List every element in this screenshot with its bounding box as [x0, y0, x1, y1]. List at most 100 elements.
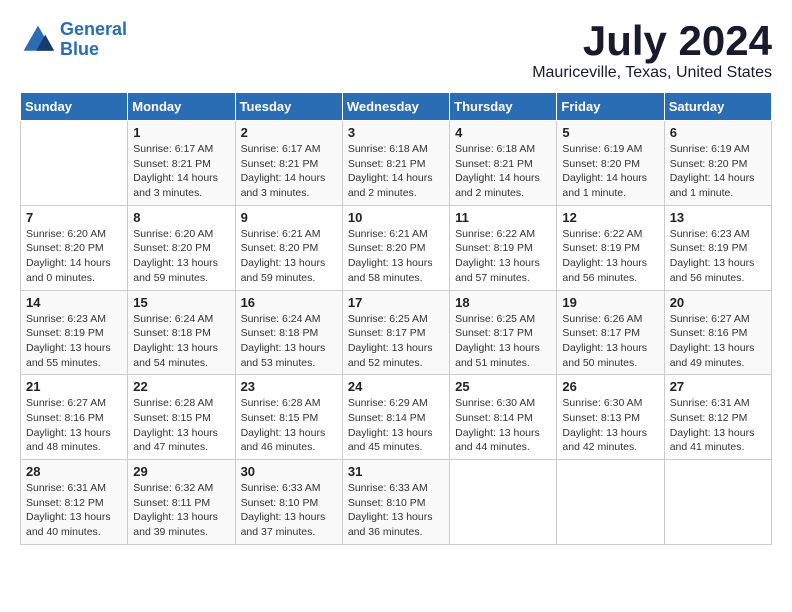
day-number: 15 [133, 295, 229, 310]
logo-line2: Blue [60, 39, 99, 59]
day-info: Sunrise: 6:31 AM Sunset: 8:12 PM Dayligh… [670, 396, 766, 455]
month-title: July 2024 [532, 20, 772, 62]
calendar-cell: 6Sunrise: 6:19 AM Sunset: 8:20 PM Daylig… [664, 121, 771, 206]
day-number: 22 [133, 379, 229, 394]
day-number: 19 [562, 295, 658, 310]
day-number: 12 [562, 210, 658, 225]
day-number: 18 [455, 295, 551, 310]
day-info: Sunrise: 6:18 AM Sunset: 8:21 PM Dayligh… [455, 142, 551, 201]
day-number: 14 [26, 295, 122, 310]
day-info: Sunrise: 6:17 AM Sunset: 8:21 PM Dayligh… [133, 142, 229, 201]
calendar-cell: 30Sunrise: 6:33 AM Sunset: 8:10 PM Dayli… [235, 460, 342, 545]
calendar-cell: 8 Sunrise: 6:20 AM Sunset: 8:20 PM Daylig… [128, 205, 235, 290]
day-number: 3 [348, 125, 444, 140]
day-number: 23 [241, 379, 337, 394]
calendar-cell [557, 460, 664, 545]
calendar-cell: 22 Sunrise: 6:28 AM Sunset: 8:15 PM Dayli… [128, 375, 235, 460]
day-info: Sunrise: 6:29 AM Sunset: 8:14 PM Dayligh… [348, 396, 444, 455]
day-info: Sunrise: 6:20 AM Sunset: 8:20 PM Dayligh… [133, 227, 229, 286]
day-number: 10 [348, 210, 444, 225]
day-number: 11 [455, 210, 551, 225]
calendar-cell: 26 Sunrise: 6:30 AM Sunset: 8:13 PM Dayli… [557, 375, 664, 460]
calendar-cell: 25Sunrise: 6:30 AM Sunset: 8:14 PM Dayli… [450, 375, 557, 460]
header-row: Sunday Monday Tuesday Wednesday Thursday… [21, 93, 772, 121]
day-number: 29 [133, 464, 229, 479]
day-number: 2 [241, 125, 337, 140]
calendar-cell: 17 Sunrise: 6:25 AM Sunset: 8:17 PM Dayli… [342, 290, 449, 375]
calendar-cell: 15Sunrise: 6:24 AM Sunset: 8:18 PM Dayli… [128, 290, 235, 375]
col-monday: Monday [128, 93, 235, 121]
calendar-week-1: 1 Sunrise: 6:17 AM Sunset: 8:21 PM Daylig… [21, 121, 772, 206]
col-sunday: Sunday [21, 93, 128, 121]
calendar-cell: 5 Sunrise: 6:19 AM Sunset: 8:20 PM Daylig… [557, 121, 664, 206]
calendar-cell: 13Sunrise: 6:23 AM Sunset: 8:19 PM Dayli… [664, 205, 771, 290]
day-number: 21 [26, 379, 122, 394]
day-info: Sunrise: 6:19 AM Sunset: 8:20 PM Dayligh… [670, 142, 766, 201]
col-wednesday: Wednesday [342, 93, 449, 121]
day-number: 4 [455, 125, 551, 140]
day-number: 8 [133, 210, 229, 225]
day-info: Sunrise: 6:22 AM Sunset: 8:19 PM Dayligh… [562, 227, 658, 286]
logo-icon [20, 22, 56, 58]
calendar-cell: 24Sunrise: 6:29 AM Sunset: 8:14 PM Dayli… [342, 375, 449, 460]
day-number: 31 [348, 464, 444, 479]
col-thursday: Thursday [450, 93, 557, 121]
day-info: Sunrise: 6:21 AM Sunset: 8:20 PM Dayligh… [348, 227, 444, 286]
day-number: 1 [133, 125, 229, 140]
day-info: Sunrise: 6:30 AM Sunset: 8:14 PM Dayligh… [455, 396, 551, 455]
logo-line1: General [60, 19, 127, 39]
day-number: 17 [348, 295, 444, 310]
day-info: Sunrise: 6:28 AM Sunset: 8:15 PM Dayligh… [133, 396, 229, 455]
logo-text: General Blue [60, 20, 127, 60]
day-number: 9 [241, 210, 337, 225]
day-info: Sunrise: 6:23 AM Sunset: 8:19 PM Dayligh… [26, 312, 122, 371]
day-info: Sunrise: 6:30 AM Sunset: 8:13 PM Dayligh… [562, 396, 658, 455]
calendar-cell: 16Sunrise: 6:24 AM Sunset: 8:18 PM Dayli… [235, 290, 342, 375]
day-info: Sunrise: 6:18 AM Sunset: 8:21 PM Dayligh… [348, 142, 444, 201]
day-info: Sunrise: 6:19 AM Sunset: 8:20 PM Dayligh… [562, 142, 658, 201]
day-info: Sunrise: 6:27 AM Sunset: 8:16 PM Dayligh… [670, 312, 766, 371]
day-info: Sunrise: 6:32 AM Sunset: 8:11 PM Dayligh… [133, 481, 229, 540]
location-title: Mauriceville, Texas, United States [532, 64, 772, 82]
page-header: General Blue July 2024 Mauriceville, Tex… [20, 20, 772, 82]
day-number: 16 [241, 295, 337, 310]
calendar-cell: 1 Sunrise: 6:17 AM Sunset: 8:21 PM Daylig… [128, 121, 235, 206]
calendar-week-3: 14 Sunrise: 6:23 AM Sunset: 8:19 PM Dayli… [21, 290, 772, 375]
day-info: Sunrise: 6:22 AM Sunset: 8:19 PM Dayligh… [455, 227, 551, 286]
calendar-week-4: 21Sunrise: 6:27 AM Sunset: 8:16 PM Dayli… [21, 375, 772, 460]
day-info: Sunrise: 6:25 AM Sunset: 8:17 PM Dayligh… [348, 312, 444, 371]
day-number: 20 [670, 295, 766, 310]
day-info: Sunrise: 6:33 AM Sunset: 8:10 PM Dayligh… [241, 481, 337, 540]
day-info: Sunrise: 6:31 AM Sunset: 8:12 PM Dayligh… [26, 481, 122, 540]
calendar-cell: 20 Sunrise: 6:27 AM Sunset: 8:16 PM Dayli… [664, 290, 771, 375]
calendar-cell: 28Sunrise: 6:31 AM Sunset: 8:12 PM Dayli… [21, 460, 128, 545]
calendar-cell: 7Sunrise: 6:20 AM Sunset: 8:20 PM Daylig… [21, 205, 128, 290]
calendar-week-5: 28Sunrise: 6:31 AM Sunset: 8:12 PM Dayli… [21, 460, 772, 545]
day-number: 27 [670, 379, 766, 394]
calendar-cell: 12 Sunrise: 6:22 AM Sunset: 8:19 PM Dayli… [557, 205, 664, 290]
day-info: Sunrise: 6:33 AM Sunset: 8:10 PM Dayligh… [348, 481, 444, 540]
calendar-table: Sunday Monday Tuesday Wednesday Thursday… [20, 92, 772, 545]
col-friday: Friday [557, 93, 664, 121]
calendar-cell: 31 Sunrise: 6:33 AM Sunset: 8:10 PM Dayli… [342, 460, 449, 545]
calendar-cell: 2 Sunrise: 6:17 AM Sunset: 8:21 PM Daylig… [235, 121, 342, 206]
day-number: 13 [670, 210, 766, 225]
calendar-cell: 10 Sunrise: 6:21 AM Sunset: 8:20 PM Dayli… [342, 205, 449, 290]
day-info: Sunrise: 6:28 AM Sunset: 8:15 PM Dayligh… [241, 396, 337, 455]
calendar-cell: 18Sunrise: 6:25 AM Sunset: 8:17 PM Dayli… [450, 290, 557, 375]
calendar-header: Sunday Monday Tuesday Wednesday Thursday… [21, 93, 772, 121]
col-saturday: Saturday [664, 93, 771, 121]
calendar-week-2: 7 Sunrise: 6:20 AM Sunset: 8:20 PM Daylig… [21, 205, 772, 290]
calendar-cell: 9Sunrise: 6:21 AM Sunset: 8:20 PM Daylig… [235, 205, 342, 290]
calendar-body: 1 Sunrise: 6:17 AM Sunset: 8:21 PM Daylig… [21, 121, 772, 545]
col-tuesday: Tuesday [235, 93, 342, 121]
calendar-cell: 3 Sunrise: 6:18 AM Sunset: 8:21 PM Daylig… [342, 121, 449, 206]
day-number: 26 [562, 379, 658, 394]
calendar-cell: 14 Sunrise: 6:23 AM Sunset: 8:19 PM Dayli… [21, 290, 128, 375]
day-number: 5 [562, 125, 658, 140]
day-info: Sunrise: 6:17 AM Sunset: 8:21 PM Dayligh… [241, 142, 337, 201]
calendar-cell: 21Sunrise: 6:27 AM Sunset: 8:16 PM Dayli… [21, 375, 128, 460]
day-number: 7 [26, 210, 122, 225]
title-area: July 2024 Mauriceville, Texas, United St… [532, 20, 772, 82]
calendar-cell [21, 121, 128, 206]
